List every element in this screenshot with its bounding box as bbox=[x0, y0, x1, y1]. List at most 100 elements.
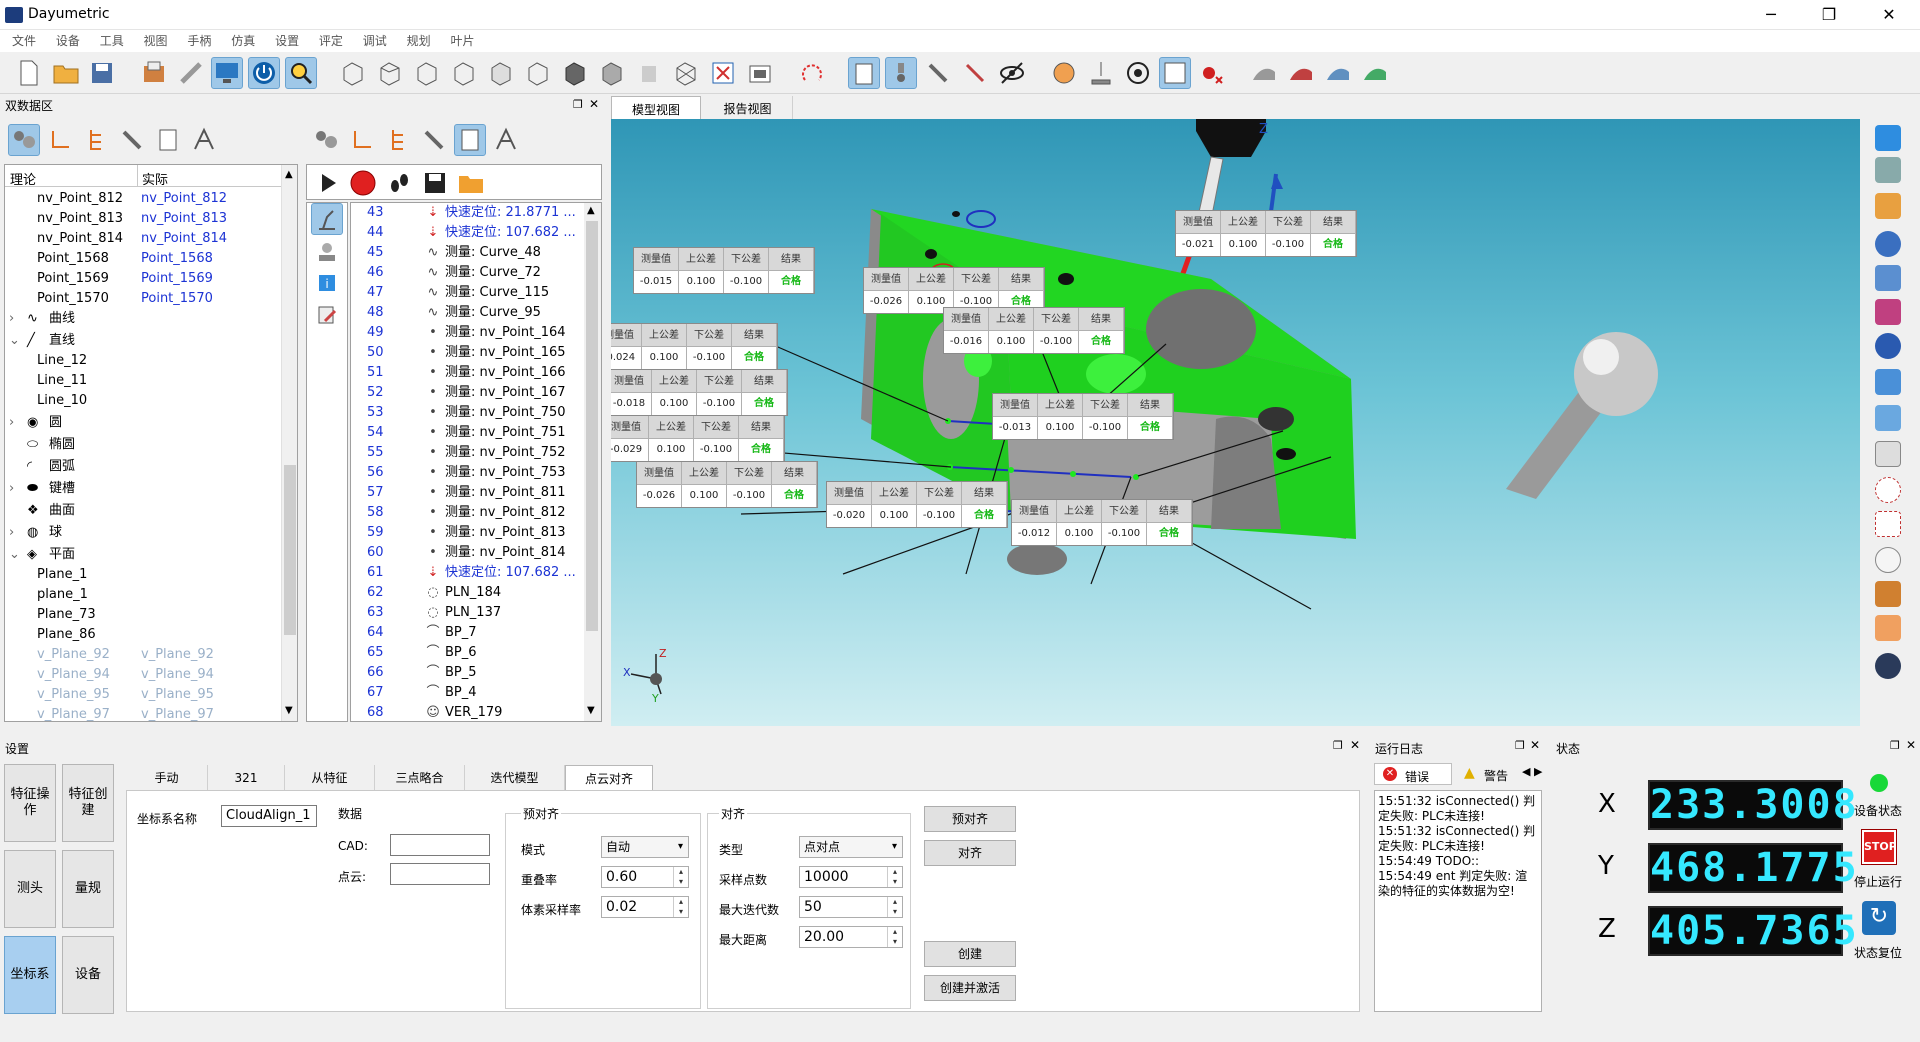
model-viewport[interactable]: Z X Z Y 测量值 上公差 下公差 结果 -0.021 0.100 -0.100 合格 测量… bbox=[611, 119, 1860, 726]
clipboard-icon[interactable] bbox=[848, 57, 880, 89]
prealign-button[interactable]: 预对齐 bbox=[924, 806, 1016, 832]
stand-icon[interactable] bbox=[311, 235, 343, 267]
menu-handle[interactable]: 手柄 bbox=[187, 30, 211, 52]
stylus-icon[interactable] bbox=[959, 57, 991, 89]
report-icon[interactable] bbox=[152, 124, 184, 156]
tree-scrollbar[interactable]: ▲ ▼ bbox=[281, 165, 297, 721]
close-button[interactable]: ✕ bbox=[1866, 0, 1912, 30]
overlap-spinbox[interactable]: 0.60 bbox=[601, 866, 689, 888]
close-icon[interactable]: ✕ bbox=[1530, 738, 1540, 752]
align-button[interactable]: 对齐 bbox=[924, 840, 1016, 866]
program-row[interactable]: 50 • 测量: nv_Point_165 bbox=[351, 343, 597, 363]
program-row[interactable]: 62 ◌ PLN_184 bbox=[351, 583, 597, 603]
program-row[interactable]: 58 • 测量: nv_Point_812 bbox=[351, 503, 597, 523]
view-top-icon[interactable] bbox=[522, 57, 554, 89]
program-row[interactable]: 44 ⇣ 快速定位: 107.682 ... bbox=[351, 223, 597, 243]
program-row[interactable]: 64 ⌒ BP_7 bbox=[351, 623, 597, 643]
measure-tool-icon[interactable] bbox=[1085, 57, 1117, 89]
program-row[interactable]: 54 • 测量: nv_Point_751 bbox=[351, 423, 597, 443]
box-points-icon[interactable] bbox=[1875, 511, 1901, 537]
cs-name-input[interactable]: CloudAlign_1 bbox=[221, 805, 317, 827]
program-row[interactable]: 61 ⇣ 快速定位: 107.682 ... bbox=[351, 563, 597, 583]
coordinate-icon[interactable] bbox=[44, 124, 76, 156]
menu-tools[interactable]: 工具 bbox=[100, 30, 124, 52]
program-row[interactable]: 46 ∿ 测量: Curve_72 bbox=[351, 263, 597, 283]
program-row[interactable]: 59 • 测量: nv_Point_813 bbox=[351, 523, 597, 543]
info-icon[interactable]: i bbox=[311, 267, 343, 299]
plane-view-icon[interactable] bbox=[1875, 369, 1901, 395]
menu-device[interactable]: 设备 bbox=[56, 30, 80, 52]
tolerance-icon[interactable] bbox=[490, 124, 522, 156]
transparent-icon[interactable] bbox=[633, 57, 665, 89]
program-row[interactable]: 66 ⌒ BP_5 bbox=[351, 663, 597, 683]
probe-small-icon[interactable] bbox=[116, 124, 148, 156]
view-iso4-icon[interactable] bbox=[448, 57, 480, 89]
menu-settings[interactable]: 设置 bbox=[275, 30, 299, 52]
arm-icon[interactable] bbox=[311, 203, 343, 235]
menu-simulation[interactable]: 仿真 bbox=[231, 30, 255, 52]
collapse-chevron-icon[interactable]: ⌄ bbox=[9, 545, 20, 565]
program-row[interactable]: 63 ◌ PLN_137 bbox=[351, 603, 597, 623]
program-row[interactable]: 43 ⇣ 快速定位: 21.8771 ... bbox=[351, 203, 597, 223]
open-folder-icon[interactable] bbox=[50, 57, 82, 89]
create-activate-button[interactable]: 创建并激活 bbox=[924, 975, 1016, 1001]
blade-1-icon[interactable] bbox=[1248, 57, 1280, 89]
cloud-input[interactable] bbox=[390, 863, 490, 885]
play-icon[interactable] bbox=[312, 167, 344, 199]
close-icon[interactable]: ✕ bbox=[589, 97, 599, 111]
edit-icon[interactable] bbox=[311, 299, 343, 331]
side-coordinate-system[interactable]: 坐标系 bbox=[4, 936, 56, 1014]
tab-from-feature[interactable]: 从特征 bbox=[285, 765, 375, 791]
program-row[interactable]: 65 ⌒ BP_6 bbox=[351, 643, 597, 663]
wireframe-icon[interactable] bbox=[670, 57, 702, 89]
float-icon[interactable]: ❐ bbox=[1515, 739, 1525, 752]
refresh-icon[interactable] bbox=[1875, 231, 1901, 257]
calibrate-icon[interactable] bbox=[1048, 57, 1080, 89]
reset-icon[interactable]: ↻ bbox=[1862, 901, 1896, 935]
view-iso3-icon[interactable] bbox=[411, 57, 443, 89]
blade-4-icon[interactable] bbox=[1359, 57, 1391, 89]
close-icon[interactable]: ✕ bbox=[1906, 738, 1916, 752]
cube-icon[interactable] bbox=[1875, 405, 1901, 431]
features-icon[interactable] bbox=[310, 124, 342, 156]
features-icon[interactable] bbox=[8, 124, 40, 156]
program-row[interactable]: 52 • 测量: nv_Point_167 bbox=[351, 383, 597, 403]
tab-manual[interactable]: 手动 bbox=[126, 765, 208, 791]
layout-icon[interactable] bbox=[1159, 57, 1191, 89]
program-row[interactable]: 49 • 测量: nv_Point_164 bbox=[351, 323, 597, 343]
scroll-up-icon[interactable]: ▲ bbox=[285, 169, 293, 180]
program-row[interactable]: 60 • 测量: nv_Point_814 bbox=[351, 543, 597, 563]
program-scrollbar[interactable]: ▲ ▼ bbox=[584, 203, 601, 721]
menu-blade[interactable]: 叶片 bbox=[450, 30, 474, 52]
tolerance-icon[interactable] bbox=[188, 124, 220, 156]
report-icon[interactable] bbox=[454, 124, 486, 156]
probe-small-icon[interactable] bbox=[418, 124, 450, 156]
side-feature-operation[interactable]: 特征操作 bbox=[4, 764, 56, 842]
collapse-chevron-icon[interactable]: ⌄ bbox=[9, 331, 20, 351]
scroll-down-icon[interactable]: ▼ bbox=[285, 705, 293, 716]
points-icon[interactable] bbox=[1875, 299, 1901, 325]
program-row[interactable]: 68 ☺ VER_179 bbox=[351, 703, 597, 721]
monitor-icon[interactable] bbox=[211, 57, 243, 89]
float-icon[interactable]: ❐ bbox=[1333, 739, 1343, 752]
wrench-icon[interactable] bbox=[1875, 157, 1901, 183]
program-row[interactable]: 45 ∿ 测量: Curve_48 bbox=[351, 243, 597, 263]
box-icon[interactable] bbox=[1875, 125, 1901, 151]
delete-points-icon[interactable] bbox=[1196, 57, 1228, 89]
tree-icon[interactable] bbox=[382, 124, 414, 156]
program-row[interactable]: 55 • 测量: nv_Point_752 bbox=[351, 443, 597, 463]
save-icon[interactable] bbox=[86, 57, 118, 89]
float-icon[interactable]: ❐ bbox=[573, 98, 583, 111]
tab-iterative-model[interactable]: 迭代模型 bbox=[465, 765, 565, 791]
scroll-thumb[interactable] bbox=[284, 465, 296, 635]
type-select[interactable]: 点对点 bbox=[799, 836, 903, 858]
tab-cloud-align[interactable]: 点云对齐 bbox=[565, 765, 653, 791]
new-file-icon[interactable] bbox=[13, 57, 45, 89]
view-front-icon[interactable] bbox=[485, 57, 517, 89]
side-gauge[interactable]: 量规 bbox=[62, 850, 114, 928]
open-program-icon[interactable] bbox=[455, 167, 487, 199]
tab-scroll-left-icon[interactable]: ◀ bbox=[1522, 765, 1530, 778]
stop-button[interactable]: STOP bbox=[1861, 829, 1897, 865]
visibility-icon[interactable] bbox=[996, 57, 1028, 89]
hand-icon[interactable] bbox=[1875, 547, 1901, 573]
